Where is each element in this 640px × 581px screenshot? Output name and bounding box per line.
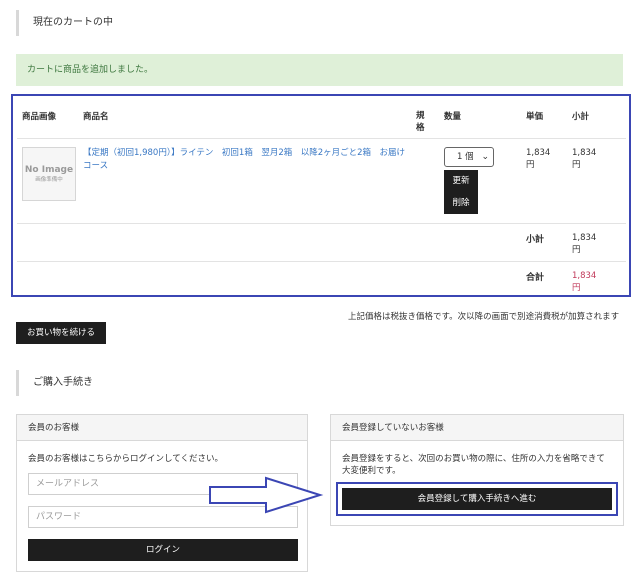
- cart-header-row: 商品画像 商品名 規格 数量 単価 小計: [17, 100, 626, 138]
- header-spec-label: 規格: [416, 111, 425, 133]
- cart-table-highlight: 商品画像 商品名 規格 数量 単価 小計 No Image 画像準備中 【定期（…: [11, 94, 631, 299]
- quantity-value: 1 個: [457, 151, 474, 162]
- total-row: 合計 1,834円: [17, 260, 626, 299]
- noimage-label: No Image: [24, 164, 74, 175]
- login-button[interactable]: ログイン: [28, 539, 298, 561]
- quantity-cell: 1 個 ⌄ 更新 削除: [444, 137, 526, 223]
- item-subtotal-cell: 1,834円: [572, 137, 626, 223]
- annotation-arrow-icon: [209, 476, 324, 514]
- quantity-select[interactable]: 1 個 ⌄: [444, 146, 494, 167]
- subtotal-value: 1,834円: [572, 232, 597, 255]
- unit-price-cell: 1,834円: [526, 137, 572, 223]
- header-image: 商品画像: [22, 112, 57, 122]
- guest-panel-title: 会員登録していないお客様: [331, 415, 623, 441]
- checkout-heading: ご購入手続き: [16, 370, 93, 396]
- subtotal-label: 小計: [526, 234, 545, 245]
- cart-table: 商品画像 商品名 規格 数量 単価 小計 No Image 画像準備中 【定期（…: [17, 100, 626, 299]
- member-panel-description: 会員のお客様はこちらからログインしてください。: [28, 454, 223, 464]
- member-panel-title: 会員のお客様: [17, 415, 307, 441]
- header-subtotal: 小計: [572, 112, 590, 122]
- product-name-link[interactable]: 【定期（初回1,980円）】ライテン 初回1箱 翌月2箱 以降2ヶ月ごと2箱 お…: [83, 147, 408, 173]
- continue-shopping-button[interactable]: お買い物を続ける: [16, 322, 106, 344]
- product-image: No Image 画像準備中: [22, 146, 76, 201]
- cart-added-alert: カートに商品を追加しました。: [16, 54, 623, 86]
- total-value: 1,834円: [572, 270, 597, 293]
- subtotal-row: 小計 1,834円: [17, 222, 626, 261]
- cart-heading: 現在のカートの中: [16, 10, 113, 36]
- product-image-cell: No Image 画像準備中: [17, 137, 83, 223]
- register-checkout-button[interactable]: 会員登録して購入手続きへ進む: [342, 488, 612, 510]
- guest-panel-description: 会員登録をすると、次回のお買い物の際に、住所の入力を省略できて大変便利です。: [342, 454, 605, 476]
- header-name: 商品名: [83, 112, 109, 122]
- item-subtotal: 1,834円: [572, 147, 597, 170]
- product-spec-cell: [416, 137, 444, 223]
- tax-note: 上記価格は税抜き価格です。次以降の画面で別途消費税が加算されます: [348, 312, 620, 322]
- update-button[interactable]: 更新: [444, 169, 478, 192]
- chevron-down-icon: ⌄: [481, 151, 489, 162]
- header-unit-price: 単価: [526, 112, 544, 122]
- register-button-highlight: 会員登録して購入手続きへ進む: [336, 482, 618, 516]
- header-quantity: 数量: [444, 112, 462, 122]
- table-row: No Image 画像準備中 【定期（初回1,980円）】ライテン 初回1箱 翌…: [17, 137, 626, 223]
- unit-price: 1,834円: [526, 147, 551, 170]
- total-label: 合計: [526, 272, 545, 283]
- product-name-cell: 【定期（初回1,980円）】ライテン 初回1箱 翌月2箱 以降2ヶ月ごと2箱 お…: [83, 137, 416, 223]
- delete-button[interactable]: 削除: [444, 191, 478, 214]
- header-spec: 規格: [416, 100, 444, 138]
- noimage-sublabel: 画像準備中: [35, 176, 63, 183]
- guest-panel: 会員登録していないお客様 会員登録をすると、次回のお買い物の際に、住所の入力を省…: [330, 414, 624, 526]
